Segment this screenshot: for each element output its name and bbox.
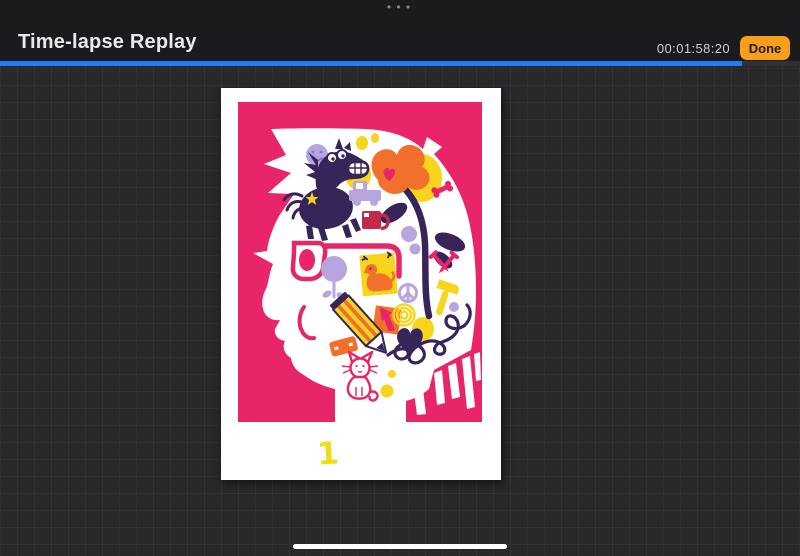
progress-fill (0, 61, 742, 66)
home-indicator[interactable] (293, 544, 507, 549)
timelapse-progress-bar[interactable] (0, 61, 800, 66)
purple-dot (410, 244, 421, 255)
done-button[interactable]: Done (740, 36, 790, 60)
timelapse-artwork (238, 102, 482, 422)
artwork-card[interactable]: 1 (221, 88, 501, 480)
flower-doodle (372, 145, 430, 194)
multitask-dots-icon[interactable]: ••• (0, 2, 800, 14)
page-number: 1 (307, 435, 349, 474)
page-title: Time-lapse Replay (18, 31, 197, 54)
timelapse-timestamp: 00:01:58:20 (657, 41, 730, 56)
purple-dot (449, 302, 459, 312)
sticky-note-dog-doodle (359, 252, 398, 297)
purple-dot (401, 226, 417, 242)
